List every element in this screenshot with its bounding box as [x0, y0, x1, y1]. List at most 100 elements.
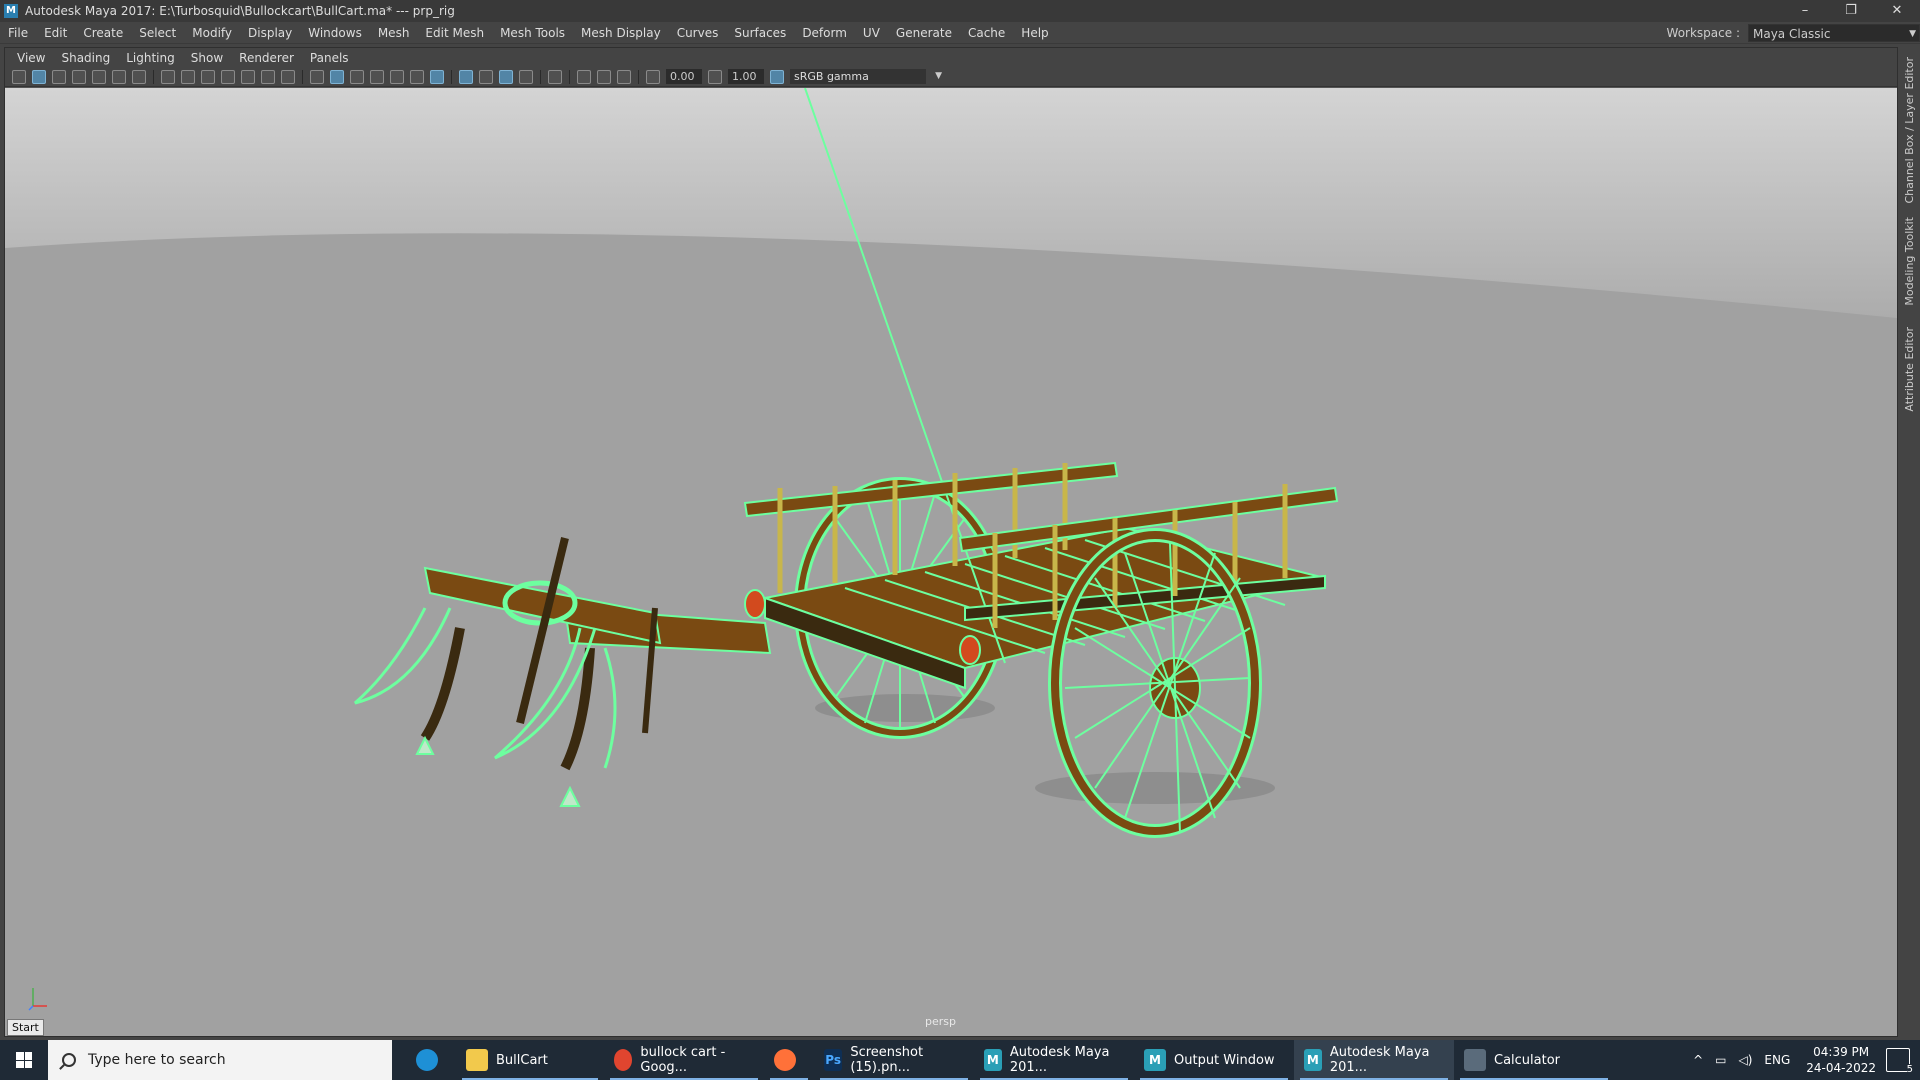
- task-label: Output Window: [1174, 1052, 1275, 1068]
- title-bar: M Autodesk Maya 2017: E:\Turbosquid\Bull…: [0, 0, 1920, 22]
- toolbar-separator: [451, 69, 452, 84]
- exposure-field[interactable]: 0.00: [666, 69, 702, 84]
- windows-taskbar: Type here to search BullCart bullock car…: [0, 1040, 1920, 1080]
- safe-title-icon[interactable]: [281, 69, 295, 84]
- restore-button[interactable]: ❐: [1828, 0, 1874, 22]
- field-chart-icon[interactable]: [241, 69, 255, 84]
- grid-icon[interactable]: [161, 69, 175, 84]
- panel-menu-panels[interactable]: Panels: [302, 51, 357, 65]
- language-indicator[interactable]: ENG: [1764, 1053, 1790, 1067]
- gamma-field[interactable]: 1.00: [728, 69, 764, 84]
- camera-attributes-icon[interactable]: [32, 69, 46, 84]
- menu-generate[interactable]: Generate: [888, 22, 960, 44]
- grease-pencil-icon[interactable]: [132, 69, 146, 84]
- taskbar-bullcart-folder[interactable]: BullCart: [456, 1040, 604, 1080]
- gate-mask-icon[interactable]: [221, 69, 235, 84]
- tab-channel-box[interactable]: Channel Box / Layer Editor: [1903, 57, 1916, 204]
- screen-space-ao-icon[interactable]: [459, 69, 473, 84]
- volume-icon[interactable]: ◁): [1738, 1053, 1752, 1067]
- panel-menu-view[interactable]: View: [9, 51, 53, 65]
- menu-file[interactable]: File: [0, 22, 36, 44]
- xray-joints-icon[interactable]: [617, 69, 631, 84]
- clock[interactable]: 04:39 PM 24-04-2022: [1806, 1044, 1876, 1076]
- taskbar-maya-2[interactable]: M Autodesk Maya 201...: [1294, 1040, 1454, 1080]
- 3d-viewport[interactable]: persp Start: [5, 88, 1897, 1036]
- taskbar-chrome[interactable]: bullock cart - Goog...: [604, 1040, 764, 1080]
- textured-icon[interactable]: [390, 69, 404, 84]
- menu-windows[interactable]: Windows: [300, 22, 370, 44]
- xray-active-components-icon[interactable]: [597, 69, 611, 84]
- wireframe-icon[interactable]: [310, 69, 324, 84]
- resolution-gate-icon[interactable]: [201, 69, 215, 84]
- menu-select[interactable]: Select: [131, 22, 184, 44]
- anti-aliasing-icon[interactable]: [499, 69, 513, 84]
- panel-menu-lighting[interactable]: Lighting: [118, 51, 183, 65]
- chevron-up-icon[interactable]: ^: [1693, 1053, 1703, 1067]
- default-material-icon[interactable]: [350, 69, 364, 84]
- panel-menu-renderer[interactable]: Renderer: [231, 51, 302, 65]
- menu-surfaces[interactable]: Surfaces: [726, 22, 794, 44]
- menu-uv[interactable]: UV: [855, 22, 888, 44]
- menu-deform[interactable]: Deform: [794, 22, 855, 44]
- panel-menu-show[interactable]: Show: [183, 51, 231, 65]
- menu-display[interactable]: Display: [240, 22, 300, 44]
- menu-edit-mesh[interactable]: Edit Mesh: [417, 22, 492, 44]
- toolbar-separator: [569, 69, 570, 84]
- bookmark-icon[interactable]: [52, 69, 66, 84]
- start-button[interactable]: [0, 1040, 48, 1080]
- shadows-icon[interactable]: [430, 69, 444, 84]
- menu-mesh-display[interactable]: Mesh Display: [573, 22, 669, 44]
- taskbar-search[interactable]: Type here to search: [48, 1040, 392, 1080]
- isolate-select-icon[interactable]: [548, 69, 562, 84]
- menu-create[interactable]: Create: [75, 22, 131, 44]
- smooth-shade-icon[interactable]: [330, 69, 344, 84]
- bookmark-flag-icon[interactable]: [72, 69, 86, 84]
- exposure-icon[interactable]: [646, 69, 660, 84]
- safe-action-icon[interactable]: [261, 69, 275, 84]
- photoshop-icon: Ps: [824, 1049, 843, 1071]
- menu-modify[interactable]: Modify: [184, 22, 240, 44]
- menu-edit[interactable]: Edit: [36, 22, 75, 44]
- maya-icon: M: [984, 1049, 1002, 1071]
- task-label: Screenshot (15).pn...: [850, 1045, 924, 1075]
- menu-mesh-tools[interactable]: Mesh Tools: [492, 22, 573, 44]
- viewport-panel: View Shading Lighting Show Renderer Pane…: [4, 47, 1898, 1037]
- depth-of-field-icon[interactable]: [519, 69, 533, 84]
- maya-icon: M: [1144, 1049, 1166, 1071]
- taskbar-edge[interactable]: [406, 1040, 456, 1080]
- color-management-icon[interactable]: [770, 69, 784, 84]
- menu-curves[interactable]: Curves: [669, 22, 727, 44]
- motion-blur-icon[interactable]: [479, 69, 493, 84]
- move-camera-icon[interactable]: [112, 69, 126, 84]
- taskbar-calculator[interactable]: Calculator: [1454, 1040, 1614, 1080]
- gamma-icon[interactable]: [708, 69, 722, 84]
- close-button[interactable]: ✕: [1874, 0, 1920, 22]
- panel-menu-shading[interactable]: Shading: [53, 51, 118, 65]
- axis-gizmo-icon: [28, 988, 47, 1011]
- menu-cache[interactable]: Cache: [960, 22, 1013, 44]
- use-all-lights-icon[interactable]: [410, 69, 424, 84]
- taskbar-maya-1[interactable]: M Autodesk Maya 201...: [974, 1040, 1134, 1080]
- camera-name-label: persp: [925, 1015, 956, 1028]
- film-gate-icon[interactable]: [181, 69, 195, 84]
- menu-mesh[interactable]: Mesh: [370, 22, 418, 44]
- tab-attribute-editor[interactable]: Attribute Editor: [1903, 327, 1916, 412]
- workspace-selector: Workspace : Maya Classic ▼: [1667, 22, 1920, 44]
- view-transform-dropdown[interactable]: sRGB gamma ▼: [790, 69, 942, 84]
- workspace-label: Workspace :: [1666, 26, 1740, 40]
- workspace-dropdown[interactable]: Maya Classic ▼: [1748, 24, 1920, 42]
- network-icon[interactable]: ▭: [1715, 1053, 1726, 1067]
- menu-help[interactable]: Help: [1013, 22, 1056, 44]
- image-plane-icon[interactable]: [92, 69, 106, 84]
- taskbar-output-window[interactable]: M Output Window: [1134, 1040, 1294, 1080]
- taskbar-photoshop[interactable]: Ps Screenshot (15).pn...: [814, 1040, 974, 1080]
- tab-modeling-toolkit[interactable]: Modeling Toolkit: [1903, 217, 1916, 306]
- wireframe-on-shaded-icon[interactable]: [370, 69, 384, 84]
- camera-icon[interactable]: [12, 69, 26, 84]
- notification-icon[interactable]: 5: [1886, 1048, 1913, 1075]
- firefox-icon: [774, 1049, 796, 1071]
- taskbar-firefox[interactable]: [764, 1040, 814, 1080]
- window-controls: – ❐ ✕: [1782, 0, 1920, 22]
- xray-icon[interactable]: [577, 69, 591, 84]
- minimize-button[interactable]: –: [1782, 0, 1828, 22]
